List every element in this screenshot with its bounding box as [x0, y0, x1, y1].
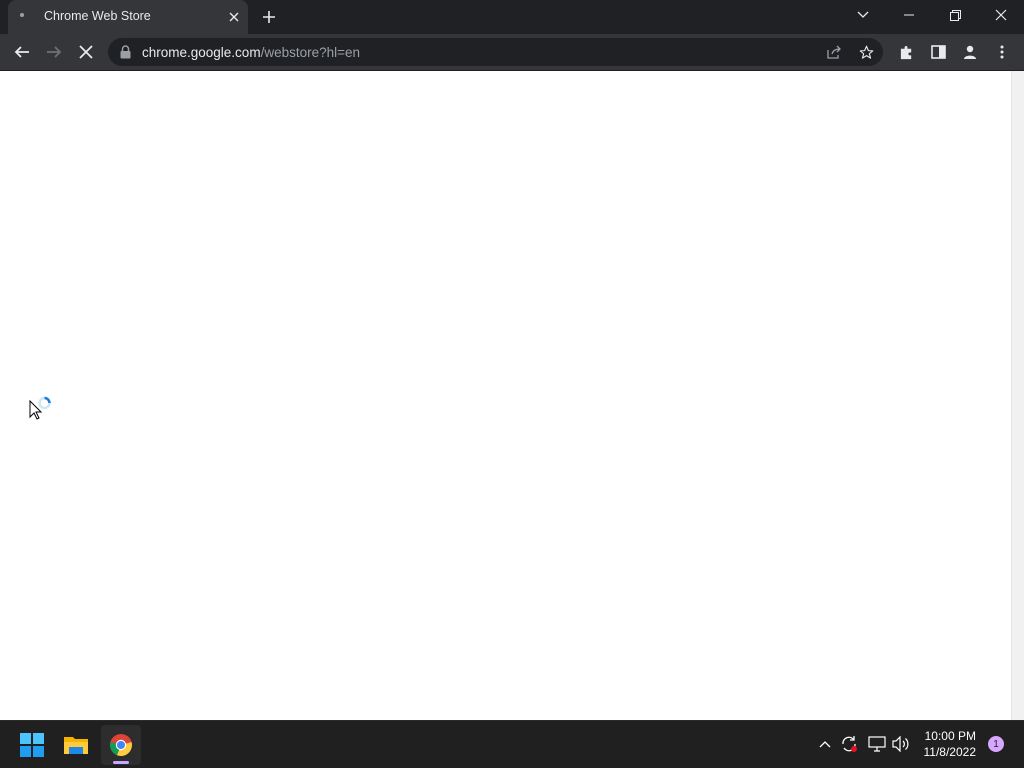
tab-search-chevron-icon[interactable] [840, 0, 886, 30]
stop-loading-button[interactable] [72, 38, 100, 66]
extensions-puzzle-icon[interactable] [892, 38, 920, 66]
url-path: /webstore?hl=en [260, 45, 361, 60]
windows-taskbar [0, 720, 1024, 768]
bookmark-star-icon[interactable] [852, 38, 880, 66]
notification-badge[interactable]: 1 [988, 736, 1004, 752]
tab-title: Chrome Web Store [44, 9, 151, 23]
back-button[interactable] [8, 38, 36, 66]
url-text[interactable]: chrome.google.com/webstore?hl=en [142, 45, 360, 60]
web-page-content[interactable] [0, 71, 1011, 720]
lock-icon[interactable] [120, 45, 131, 64]
network-icon[interactable] [868, 735, 886, 753]
google-chrome-icon[interactable] [101, 725, 141, 765]
kebab-menu-icon[interactable] [988, 38, 1016, 66]
busy-cursor-icon [28, 395, 54, 426]
active-app-indicator [113, 761, 129, 764]
clock-date[interactable]: 11/8/2022 [918, 745, 977, 759]
share-icon[interactable] [820, 38, 848, 66]
file-explorer-icon[interactable] [56, 725, 96, 765]
minimize-button[interactable] [886, 0, 932, 30]
restore-button[interactable] [932, 0, 978, 30]
windows-start-icon[interactable] [12, 725, 52, 765]
browser-toolbar: chrome.google.com/webstore?hl=en [0, 34, 1024, 70]
close-window-button[interactable] [978, 0, 1024, 30]
new-tab-button[interactable] [258, 6, 280, 28]
browser-tab[interactable]: Chrome Web Store [8, 0, 248, 34]
tab-strip: Chrome Web Store [0, 0, 1024, 34]
tab-loading-favicon-icon [20, 13, 24, 17]
forward-button[interactable] [40, 38, 68, 66]
tab-close-icon[interactable] [224, 7, 244, 27]
page-scrollbar[interactable] [1011, 71, 1024, 720]
profile-icon[interactable] [956, 38, 984, 66]
sync-update-icon[interactable] [840, 735, 858, 753]
clock-time[interactable]: 10:00 PM [918, 729, 976, 743]
url-host: chrome.google.com [142, 45, 261, 60]
chevron-up-icon[interactable] [816, 735, 834, 753]
side-panel-icon[interactable] [924, 38, 952, 66]
address-bar[interactable]: chrome.google.com/webstore?hl=en [108, 38, 883, 66]
volume-icon[interactable] [892, 735, 910, 753]
